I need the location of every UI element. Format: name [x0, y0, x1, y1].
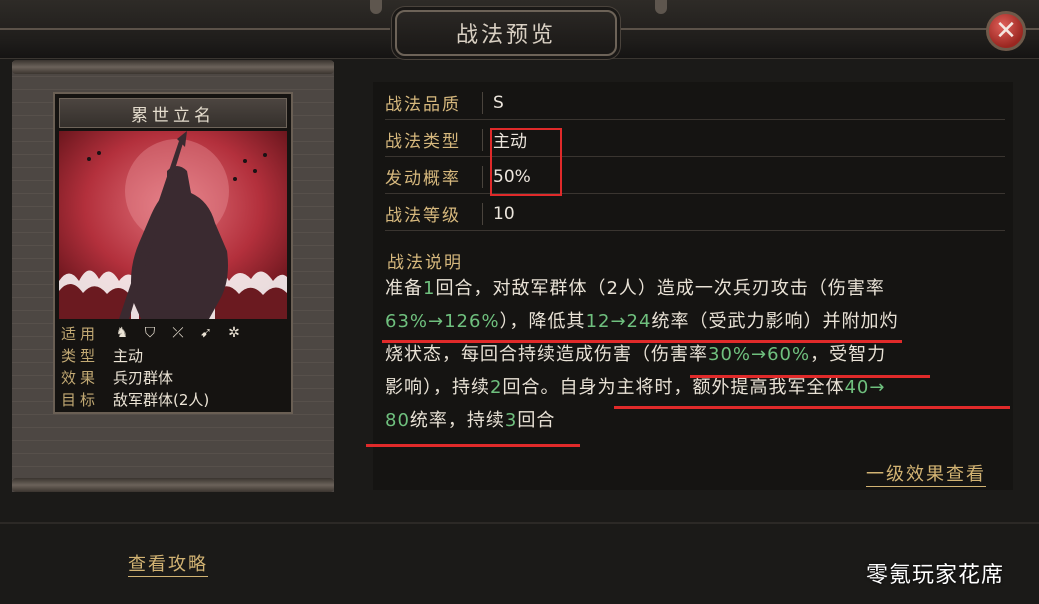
- desc-text: ），降低其: [499, 311, 586, 332]
- attr-value: 10: [493, 203, 515, 224]
- stat-row-effect: 效果 兵刃群体: [61, 366, 289, 388]
- desc-value: 80: [385, 410, 410, 431]
- header-ornament-right: [655, 0, 667, 14]
- close-button[interactable]: ✕: [986, 11, 1026, 51]
- desc-value: 3: [504, 410, 518, 431]
- card-stats: 适用 ♞ ⛉ ⤫ ➹ ✲ 类型 主动 效果 兵刃群体 目标 敌军群体(2人): [61, 322, 289, 410]
- header-rule-right: [620, 28, 1039, 30]
- stat-row-use: 适用 ♞ ⛉ ⤫ ➹ ✲: [61, 322, 289, 344]
- attr-row-quality: 战法品质 S: [385, 86, 1005, 120]
- stat-row-target: 目标 敌军群体(2人): [61, 388, 289, 410]
- cavalry-icon: ♞: [115, 325, 129, 341]
- attr-key: 战法品质: [385, 95, 461, 115]
- header-rule-left: [0, 28, 390, 30]
- window-title: 战法预览: [395, 10, 617, 56]
- scroll-rod-top: [12, 60, 334, 74]
- attr-row-probability: 发动概率 50%: [385, 160, 1005, 194]
- description-body: 准备1回合，对敌军群体（2人）造成一次兵刃攻击（伤害率 63%→126%），降低…: [385, 272, 1005, 437]
- desc-text: 烧状态，每回合持续造成伤害（伤害率: [385, 344, 708, 365]
- close-icon: ✕: [995, 16, 1017, 46]
- card-artwork: [59, 131, 287, 319]
- attr-divider: [482, 128, 483, 151]
- watermark-text: 零氪玩家花席: [866, 563, 1005, 588]
- desc-text: 回合，对敌军群体（2人）造成一次兵刃攻击（伤害率: [435, 278, 885, 299]
- desc-text: 回合。自身为主将时，额外提高我军全体: [502, 377, 845, 398]
- attr-row-type: 战法类型 主动: [385, 123, 1005, 157]
- desc-text: 准备: [385, 278, 423, 299]
- desc-value: 63%→126%: [385, 311, 500, 332]
- description-line-1: 准备1回合，对敌军群体（2人）造成一次兵刃攻击（伤害率: [385, 272, 1005, 305]
- header-ornament-left: [370, 0, 382, 14]
- description-line-2: 63%→126%），降低其12→24统率（受武力影响）并附加灼: [385, 305, 1005, 338]
- desc-text: 回合: [517, 410, 556, 431]
- attr-divider: [482, 91, 483, 114]
- attr-divider: [482, 202, 483, 225]
- stat-value: 兵刃群体: [113, 368, 174, 387]
- desc-value: 40→: [844, 377, 886, 398]
- desc-text: 统率，持续: [409, 410, 505, 431]
- stat-key: 适用: [61, 324, 100, 343]
- annotation-underline: [382, 340, 902, 343]
- desc-value: 30%→60%: [708, 344, 811, 365]
- desc-value: 1: [423, 278, 436, 299]
- attr-key: 战法等级: [385, 206, 461, 226]
- shield-icon: ⛉: [144, 325, 156, 341]
- attr-key: 战法类型: [385, 132, 461, 152]
- desc-text: ，受智力: [810, 344, 887, 365]
- spear-icon: ➹: [200, 325, 212, 341]
- attr-row-level: 战法等级 10: [385, 197, 1005, 231]
- annotation-underline: [690, 375, 930, 378]
- bottom-divider: [0, 522, 1039, 524]
- annotation-underline: [614, 406, 1010, 409]
- description-title: 战法说明: [387, 253, 463, 273]
- stat-row-type: 类型 主动: [61, 344, 289, 366]
- stat-value: 敌军群体(2人): [113, 390, 210, 409]
- stat-value: 主动: [113, 346, 144, 365]
- troop-type-icons: ♞ ⛉ ⤫ ➹ ✲: [113, 324, 243, 342]
- desc-value: 12→24: [585, 311, 652, 332]
- stat-key: 效果: [61, 368, 100, 387]
- card-name: 累世立名: [59, 98, 287, 128]
- desc-text: 统率（受武力影响）并附加灼: [651, 311, 899, 332]
- strategy-guide-link[interactable]: 查看攻略: [128, 550, 208, 577]
- desc-value: 2: [490, 377, 503, 398]
- desc-text: 影响），持续: [385, 377, 490, 398]
- tactic-card: 累世立名 适用 ♞ ⛉ ⤫ ➹ ✲ 类型 主动 效果 兵刃群体 目标 敌军群体(…: [53, 92, 293, 414]
- annotation-underline: [366, 444, 580, 447]
- stat-key: 类型: [61, 346, 100, 365]
- stat-key: 目标: [61, 390, 100, 409]
- attr-value: S: [493, 92, 504, 113]
- scroll-rod-bottom: [12, 478, 334, 492]
- attr-divider: [482, 165, 483, 188]
- bow-icon: ⤫: [172, 325, 184, 341]
- level-effect-link[interactable]: 一级效果查看: [866, 460, 986, 487]
- attr-key: 发动概率: [385, 169, 461, 189]
- wheel-icon: ✲: [228, 325, 240, 341]
- annotation-box: [490, 128, 562, 196]
